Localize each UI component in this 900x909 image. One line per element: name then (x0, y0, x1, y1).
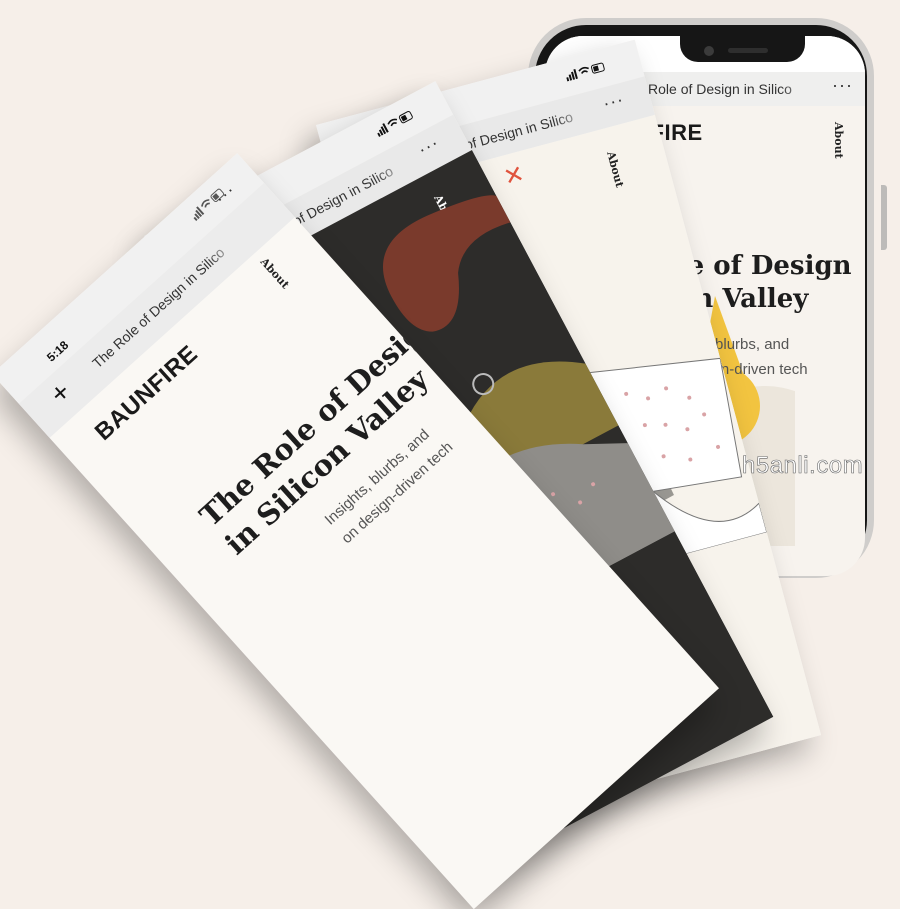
camera-icon (704, 46, 714, 56)
phone-notch (680, 36, 805, 62)
page-title: The Role of Design in Silico (620, 81, 792, 97)
status-icons (564, 60, 605, 82)
about-link[interactable]: About (258, 255, 292, 291)
more-icon[interactable]: ··· (832, 75, 853, 96)
add-tab-button[interactable]: + (44, 376, 78, 411)
phone-side-button (881, 185, 887, 250)
status-icons (374, 109, 414, 138)
speaker (728, 48, 768, 53)
signal-wifi-battery-icon (377, 111, 413, 138)
more-icon[interactable]: ··· (415, 132, 443, 160)
watermark: h5anli.com (742, 452, 864, 480)
more-icon[interactable]: ··· (601, 89, 627, 115)
about-link[interactable]: About (832, 122, 845, 159)
signal-wifi-battery-icon (566, 62, 605, 82)
